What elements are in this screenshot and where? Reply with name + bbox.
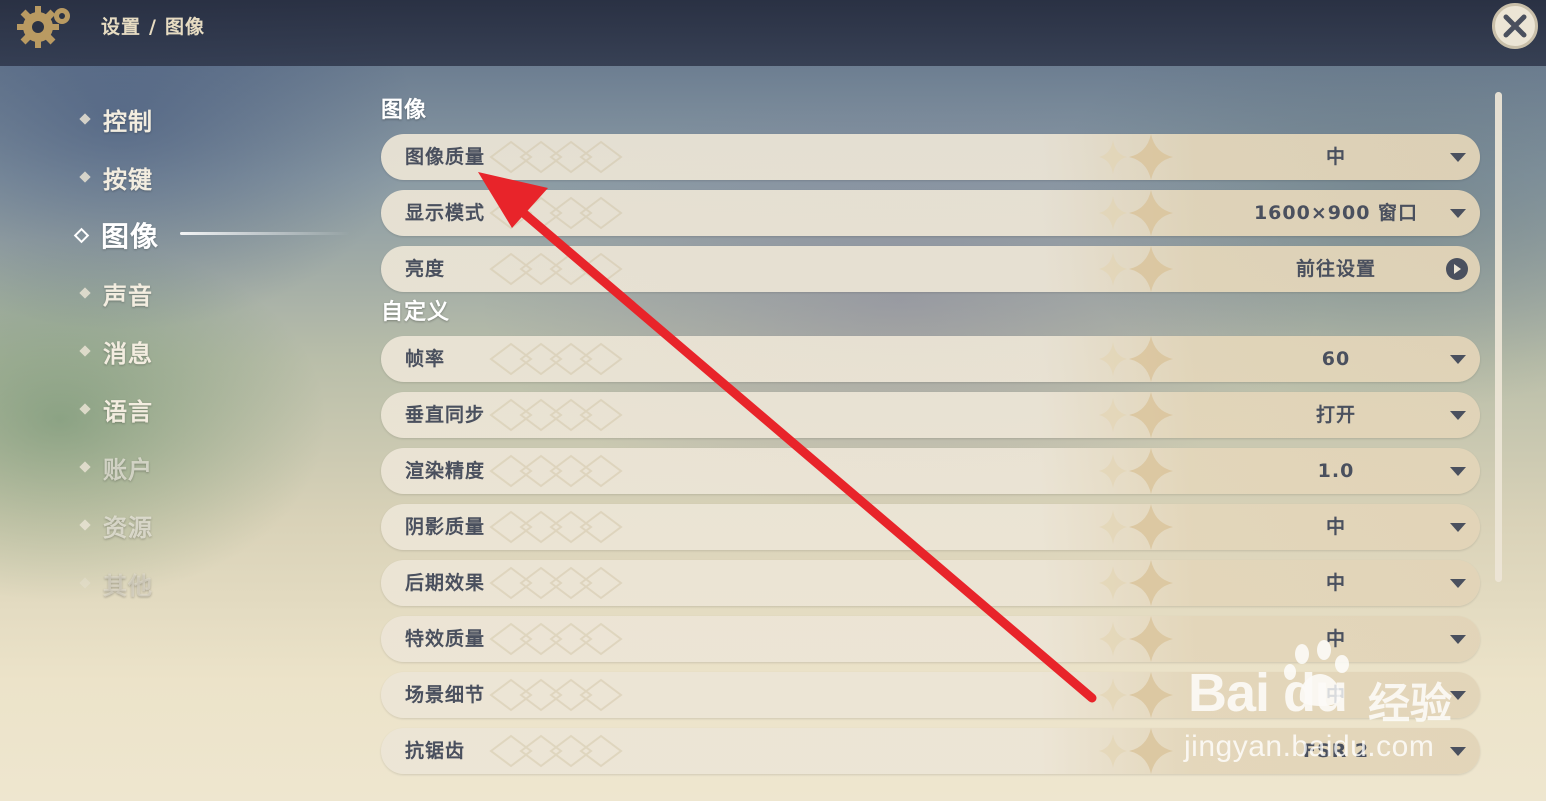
pattern-decoration-icon (489, 342, 623, 376)
close-icon (1503, 14, 1527, 38)
setting-row[interactable]: 图像质量 中 (381, 134, 1480, 180)
dropdown-arrow-icon[interactable] (1450, 209, 1466, 218)
setting-value: 中 (1325, 146, 1346, 168)
pattern-decoration-icon (489, 398, 623, 432)
setting-row[interactable]: 阴影质量 中 (381, 504, 1480, 550)
scrollbar[interactable] (1495, 92, 1502, 582)
sidebar-item-other[interactable]: 其他 (70, 554, 360, 612)
section-title-custom: 自定义 (381, 300, 451, 325)
sidebar-item-messages[interactable]: 消息 (70, 322, 360, 380)
setting-row[interactable]: 渲染精度 1.0 (381, 448, 1480, 494)
pattern-decoration-icon (489, 510, 623, 544)
top-bar: 设置 / 图像 (0, 0, 1546, 66)
sidebar-item-controls[interactable]: 控制 (70, 90, 360, 148)
gear-icon (17, 6, 70, 48)
setting-row[interactable]: 显示模式 1600×900 窗口 (381, 190, 1480, 236)
sidebar-item-audio[interactable]: 声音 (70, 264, 360, 322)
setting-row[interactable]: 后期效果 中 (381, 560, 1480, 606)
dropdown-arrow-icon[interactable] (1450, 411, 1466, 420)
setting-name: 场景细节 (405, 684, 486, 706)
dropdown-arrow-icon[interactable] (1450, 579, 1466, 588)
diamond-bullet-icon (79, 519, 91, 531)
sidebar-item-graphics[interactable]: 图像 (70, 206, 360, 264)
sidebar-item-label: 消息 (103, 339, 153, 368)
setting-name: 亮度 (405, 258, 446, 280)
dropdown-arrow-icon[interactable] (1450, 523, 1466, 532)
setting-name: 垂直同步 (405, 404, 486, 426)
pattern-decoration-icon (489, 140, 623, 174)
sidebar-item-label: 语言 (103, 397, 153, 426)
diamond-bullet-icon (79, 461, 91, 473)
setting-name: 后期效果 (405, 572, 486, 594)
setting-name: 显示模式 (405, 202, 486, 224)
setting-value: 前往设置 (1295, 258, 1376, 280)
sidebar-item-label: 其他 (103, 571, 153, 600)
watermark-cn-text: 经验 (1368, 679, 1453, 728)
breadcrumb-settings[interactable]: 设置 (101, 16, 141, 38)
sidebar-item-label: 控制 (103, 107, 153, 136)
sidebar-item-label: 资源 (103, 513, 153, 542)
sidebar-item-resources[interactable]: 资源 (70, 496, 360, 554)
setting-row[interactable]: 垂直同步 打开 (381, 392, 1480, 438)
setting-name: 特效质量 (405, 628, 486, 650)
pattern-decoration-icon (489, 566, 623, 600)
breadcrumb-current: 图像 (164, 16, 205, 38)
sparkle-trail (180, 232, 350, 235)
pattern-decoration-icon (489, 622, 623, 656)
diamond-bullet-icon (79, 171, 91, 183)
image-settings-list: 图像质量 中显示模式 1600×900 窗口亮度 前往设置 (381, 134, 1481, 292)
setting-value: 中 (1325, 516, 1346, 538)
scrollbar-thumb[interactable] (1495, 92, 1502, 582)
diamond-bullet-icon (79, 403, 91, 415)
paw-icon (1284, 640, 1349, 706)
setting-value: 60 (1321, 348, 1351, 370)
sidebar-item-account[interactable]: 账户 (70, 438, 360, 496)
diamond-bullet-icon (79, 345, 91, 357)
diamond-active-icon (73, 227, 90, 243)
setting-value: 1.0 (1317, 460, 1355, 482)
setting-value: 1600×900 窗口 (1253, 202, 1419, 224)
diamond-bullet-icon (79, 113, 91, 125)
setting-row[interactable]: 帧率 60 (381, 336, 1480, 382)
setting-name: 抗锯齿 (405, 740, 466, 762)
pattern-decoration-icon (489, 734, 623, 768)
sidebar: 控制 按键 图像 声音 消息 语言 账户 资源 其他 (70, 90, 360, 612)
setting-name: 帧率 (405, 348, 446, 370)
setting-name: 渲染精度 (405, 460, 486, 482)
setting-row[interactable]: 亮度 前往设置 (381, 246, 1480, 292)
diamond-bullet-icon (79, 287, 91, 299)
section-title-image: 图像 (381, 98, 428, 123)
pattern-decoration-icon (489, 678, 623, 712)
setting-value: 中 (1325, 572, 1346, 594)
sidebar-item-label: 图像 (101, 220, 160, 253)
pattern-decoration-icon (489, 252, 623, 286)
sidebar-item-label: 账户 (103, 455, 153, 484)
diamond-bullet-icon (79, 577, 91, 589)
watermark-url: jingyan.baidu.com (1184, 730, 1435, 763)
setting-value: 打开 (1315, 404, 1356, 426)
sidebar-item-label: 按键 (103, 165, 153, 194)
sidebar-item-language[interactable]: 语言 (70, 380, 360, 438)
breadcrumb: 设置 / 图像 (101, 12, 205, 39)
setting-name: 图像质量 (405, 146, 486, 168)
close-button[interactable] (1492, 3, 1538, 49)
breadcrumb-separator: / (149, 16, 157, 38)
setting-name: 阴影质量 (405, 516, 486, 538)
pattern-decoration-icon (489, 454, 623, 488)
sidebar-item-keys[interactable]: 按键 (70, 148, 360, 206)
dropdown-arrow-icon[interactable] (1450, 153, 1466, 162)
pattern-decoration-icon (489, 196, 623, 230)
baidu-watermark: Bai du 经验 jingyan.baidu.com (1180, 640, 1480, 770)
sidebar-item-label: 声音 (103, 281, 153, 310)
go-circle-icon[interactable] (1446, 258, 1468, 280)
dropdown-arrow-icon[interactable] (1450, 355, 1466, 364)
dropdown-arrow-icon[interactable] (1450, 467, 1466, 476)
